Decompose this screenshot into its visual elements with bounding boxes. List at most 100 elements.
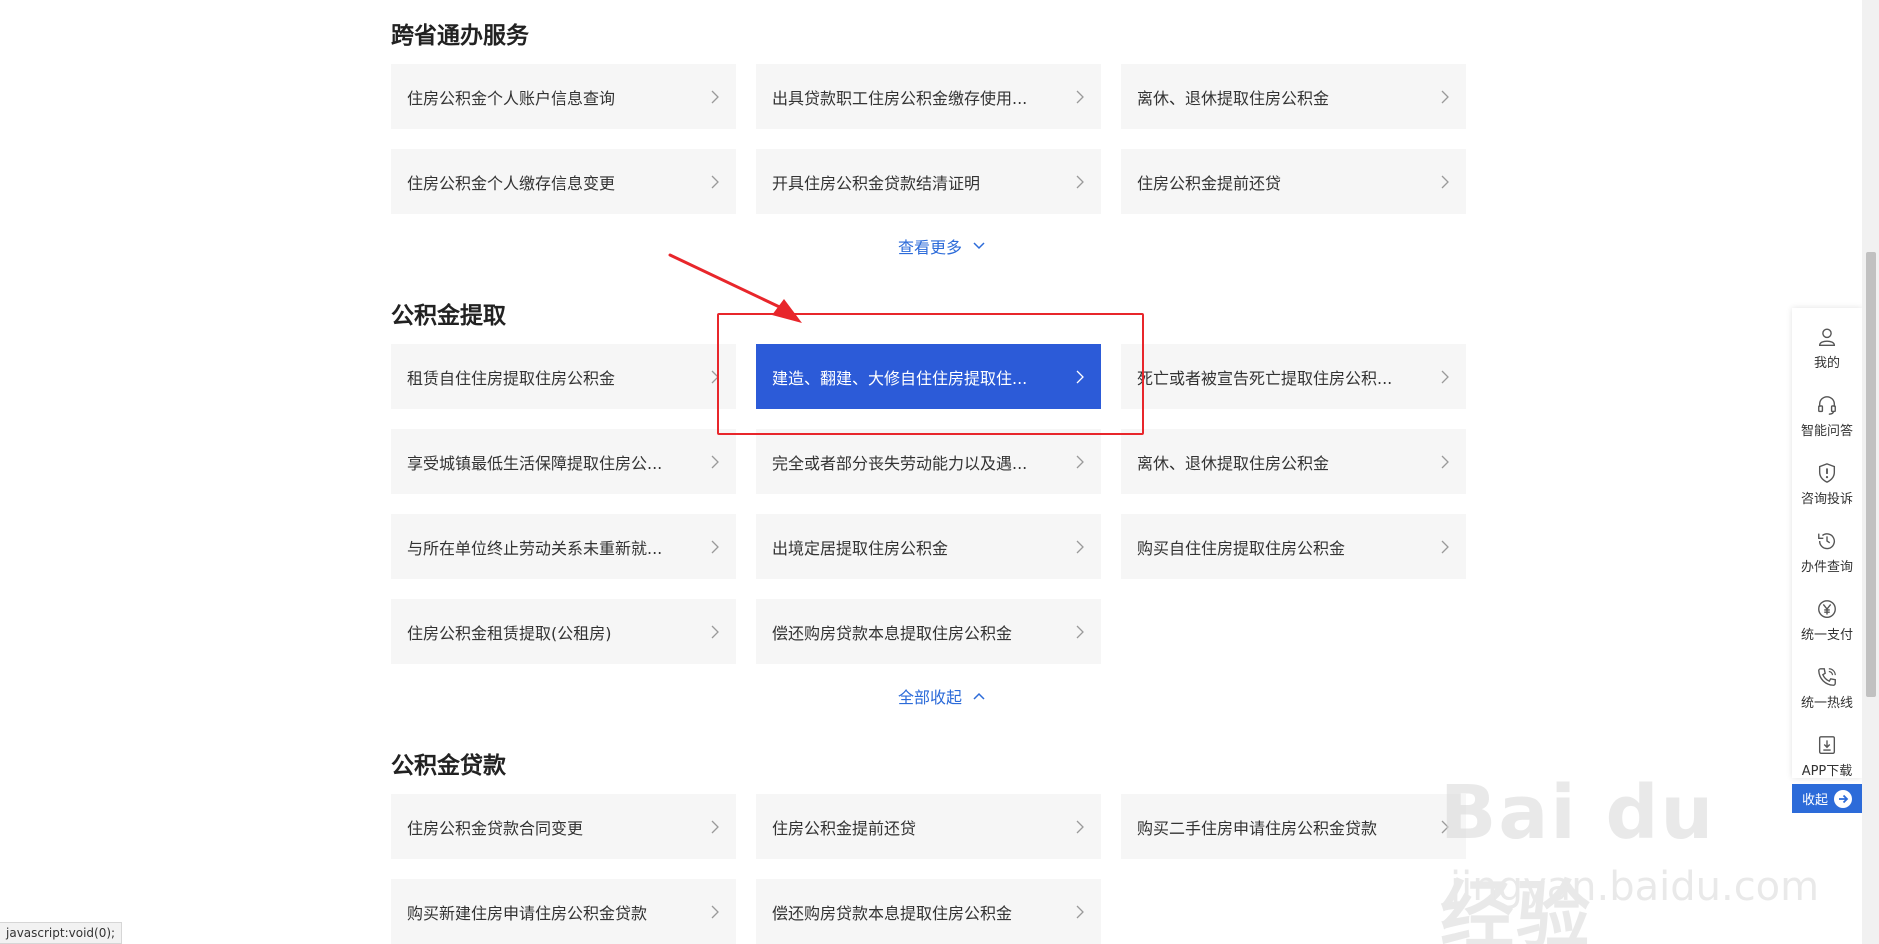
service-card[interactable]: 死亡或者被宣告死亡提取住房公积... [1121, 344, 1466, 409]
sidebar-item-mine[interactable]: 我的 [1792, 314, 1862, 382]
service-card[interactable]: 住房公积金提前还贷 [756, 794, 1101, 859]
show-more-label: 查看更多 [898, 238, 963, 257]
service-card[interactable]: 住房公积金个人缴存信息变更 [391, 149, 736, 214]
history-icon [1818, 532, 1835, 549]
chevron-right-icon [711, 625, 719, 638]
chevron-right-icon [1076, 625, 1084, 638]
service-card[interactable]: 完全或者部分丧失劳动能力以及遇... [756, 429, 1101, 494]
chevron-right-icon [711, 905, 719, 918]
collapse-all-link[interactable]: 全部收起 [898, 684, 986, 708]
shield-alert-icon [1818, 462, 1836, 483]
chevron-up-icon [973, 692, 985, 700]
service-card-label: 出境定居提取住房公积金 [772, 538, 949, 558]
service-card-label: 离休、退休提取住房公积金 [1137, 88, 1330, 108]
service-card-label: 享受城镇最低生活保障提取住房公... [407, 453, 663, 473]
service-card[interactable]: 偿还购房贷款本息提取住房公积金 [756, 599, 1101, 664]
service-card-label: 购买二手住房申请住房公积金贷款 [1137, 818, 1378, 838]
sidebar-item-label: 办件查询 [1800, 559, 1853, 575]
section-title-cross-province: 跨省通办服务 [391, 23, 529, 49]
chevron-right-icon [1441, 175, 1449, 188]
collapse-button-label: 收起 [1801, 793, 1828, 808]
service-card[interactable]: 享受城镇最低生活保障提取住房公... [391, 429, 736, 494]
service-card-label: 与所在单位终止劳动关系未重新就... [407, 538, 663, 558]
phone-icon [1818, 667, 1836, 686]
sidebar-item-hotline[interactable]: 统一热线 [1792, 654, 1862, 722]
chevron-right-icon [1076, 175, 1084, 188]
chevron-right-icon [711, 540, 719, 553]
browser-status-bar: javascript:void(0); [0, 922, 123, 944]
service-card-label: 住房公积金个人账户信息查询 [407, 88, 616, 108]
chevron-right-icon [711, 820, 719, 833]
service-card-label: 死亡或者被宣告死亡提取住房公积... [1137, 368, 1393, 388]
headset-icon [1818, 395, 1836, 415]
sidebar-item-consult[interactable]: 咨询投诉 [1792, 450, 1862, 518]
service-card-label: 住房公积金个人缴存信息变更 [407, 173, 616, 193]
chevron-right-icon [1076, 90, 1084, 103]
sidebar-item-label: APP下载 [1801, 763, 1853, 779]
download-icon [1818, 735, 1836, 754]
service-card[interactable]: 购买二手住房申请住房公积金贷款 [1121, 794, 1466, 859]
chevron-down-icon [973, 242, 985, 250]
service-card[interactable]: 租赁自住住房提取住房公积金 [391, 344, 736, 409]
service-card-label: 离休、退休提取住房公积金 [1137, 453, 1330, 473]
sidebar-item-case-query[interactable]: 办件查询 [1792, 518, 1862, 586]
chevron-right-icon [1441, 370, 1449, 383]
chevron-right-icon [1076, 540, 1084, 553]
sidebar-item-label: 智能问答 [1800, 423, 1853, 439]
service-card[interactable]: 住房公积金租赁提取(公租房) [391, 599, 736, 664]
sidebar-item-label: 统一热线 [1800, 695, 1853, 711]
collapse-all-label: 全部收起 [898, 688, 963, 707]
yen-icon [1818, 599, 1836, 618]
sidebar-item-payment[interactable]: 统一支付 [1792, 586, 1862, 654]
service-card-label: 租赁自住住房提取住房公积金 [407, 368, 616, 388]
chevron-right-icon [711, 90, 719, 103]
chevron-right-icon [711, 175, 719, 188]
sidebar-item-label: 咨询投诉 [1800, 491, 1853, 507]
service-card-label: 完全或者部分丧失劳动能力以及遇... [772, 453, 1028, 473]
service-card[interactable]: 住房公积金贷款合同变更 [391, 794, 736, 859]
service-card[interactable]: 开具住房公积金贷款结清证明 [756, 149, 1101, 214]
service-card-label: 购买自住住房提取住房公积金 [1137, 538, 1346, 558]
service-card[interactable]: 住房公积金提前还贷 [1121, 149, 1466, 214]
annotation-highlight-box [717, 313, 1144, 435]
service-card[interactable]: 偿还购房贷款本息提取住房公积金 [756, 879, 1101, 944]
chevron-right-icon [711, 455, 719, 468]
service-card[interactable]: 住房公积金个人账户信息查询 [391, 64, 736, 129]
sidebar-collapse-button[interactable]: 收起 [1792, 784, 1862, 813]
sidebar-item-label: 统一支付 [1800, 627, 1853, 643]
chevron-right-icon [1076, 455, 1084, 468]
scrollbar-thumb[interactable] [1866, 252, 1876, 697]
watermark-url: jingyan.baidu.com [1450, 864, 1820, 910]
floating-sidebar: 我的 智能问答 咨询投诉 办件查询 统一支付 统一热线 APP下载 [1792, 308, 1862, 779]
service-card[interactable]: 离休、退休提取住房公积金 [1121, 64, 1466, 129]
service-card-label: 出具贷款职工住房公积金缴存使用... [772, 88, 1028, 108]
service-card[interactable]: 购买自住住房提取住房公积金 [1121, 514, 1466, 579]
watermark-brand: Bai du 经验 [1440, 770, 1716, 944]
service-card-label: 开具住房公积金贷款结清证明 [772, 173, 981, 193]
annotation-arrow-icon [668, 253, 802, 323]
chevron-right-icon [1076, 820, 1084, 833]
service-card-label: 偿还购房贷款本息提取住房公积金 [772, 903, 1013, 923]
chevron-right-icon [1441, 820, 1449, 833]
service-card-label: 住房公积金租赁提取(公租房) [407, 623, 612, 643]
service-card[interactable]: 购买新建住房申请住房公积金贷款 [391, 879, 736, 944]
sidebar-item-app-download[interactable]: APP下载 [1792, 722, 1862, 790]
service-card-label: 购买新建住房申请住房公积金贷款 [407, 903, 648, 923]
section-title-loan: 公积金贷款 [391, 753, 506, 779]
section-title-withdrawal: 公积金提取 [391, 303, 506, 329]
service-card-label: 住房公积金贷款合同变更 [407, 818, 584, 838]
show-more-link[interactable]: 查看更多 [898, 234, 986, 258]
service-card[interactable]: 与所在单位终止劳动关系未重新就... [391, 514, 736, 579]
service-card[interactable]: 出具贷款职工住房公积金缴存使用... [756, 64, 1101, 129]
chevron-right-icon [1076, 905, 1084, 918]
user-icon [1818, 328, 1836, 346]
service-card[interactable]: 出境定居提取住房公积金 [756, 514, 1101, 579]
chevron-right-icon [1441, 90, 1449, 103]
service-card-label: 住房公积金提前还贷 [772, 818, 917, 838]
service-card[interactable]: 离休、退休提取住房公积金 [1121, 429, 1466, 494]
chevron-right-icon [1441, 540, 1449, 553]
arrow-right-circle-icon [1834, 789, 1852, 808]
service-card-label: 住房公积金提前还贷 [1137, 173, 1282, 193]
sidebar-item-label: 我的 [1813, 355, 1840, 371]
sidebar-item-smart-qa[interactable]: 智能问答 [1792, 382, 1862, 450]
